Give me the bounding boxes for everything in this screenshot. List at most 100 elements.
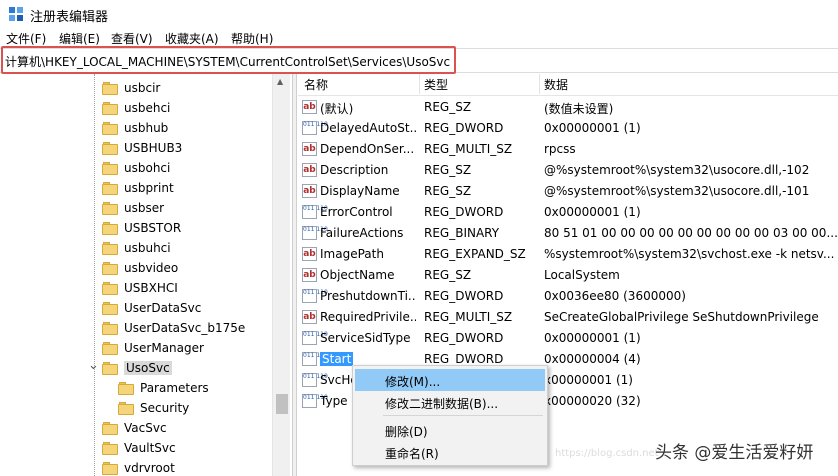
tree-item-label: Parameters — [140, 381, 209, 395]
tree-item[interactable]: UserManager — [102, 338, 204, 358]
value-row[interactable]: ab RequiredPrivile... REG_MULTI_SZ SeCreate… — [298, 307, 838, 328]
scroll-up-icon[interactable]: ▲ — [277, 77, 283, 86]
tree-item[interactable]: usbohci — [102, 158, 170, 178]
tree-item[interactable]: UserDataSvc — [102, 298, 201, 318]
value-data: SeCreateGlobalPrivilege SeShutdownPrivil… — [544, 310, 819, 324]
value-name-text: ObjectName — [320, 268, 395, 282]
value-type: REG_SZ — [424, 163, 472, 177]
string-value-icon: ab — [302, 100, 317, 114]
value-data: 0x00000001 (1) — [544, 205, 641, 219]
tree-guide-line — [94, 74, 95, 476]
column-header-name[interactable]: 名称 — [304, 74, 420, 94]
tree-item[interactable]: usbvideo — [102, 258, 178, 278]
value-name-text: ImagePath — [320, 247, 384, 261]
value-name-text: ServiceSidType — [320, 331, 411, 345]
value-type: REG_SZ — [424, 268, 472, 282]
tree-item[interactable]: UserDataSvc_b175e — [102, 318, 245, 338]
tree-item[interactable]: USBSTOR — [102, 218, 181, 238]
context-item-delete[interactable]: 删除(D) — [355, 419, 545, 441]
tree-item-label: usbhub — [124, 121, 169, 135]
list-header: 名称 类型 数据 — [298, 74, 838, 96]
value-data: @%systemroot%\system32\usocore.dll,-102 — [544, 163, 810, 177]
column-header-data[interactable]: 数据 — [544, 74, 838, 94]
menu-file[interactable]: 文件(F) — [6, 30, 46, 47]
tree-item[interactable]: usbprint — [102, 178, 174, 198]
value-data: rpcss — [544, 142, 576, 156]
value-row[interactable]: ab DisplayName REG_SZ @%systemroot%\system3… — [298, 181, 838, 202]
value-name-text: FailureActions — [320, 226, 404, 240]
value-row[interactable]: ab Description REG_SZ @%systemroot%\system3… — [298, 160, 838, 181]
value-data: 0x00000001 (1) — [544, 331, 641, 345]
tree-scrollbar[interactable]: ▲ — [272, 74, 290, 476]
tree-item[interactable]: vdrvroot — [102, 458, 175, 476]
scroll-thumb[interactable] — [276, 394, 288, 414]
value-row[interactable]: ab ImagePath REG_EXPAND_SZ %systemroot%\sys… — [298, 244, 838, 265]
tree-item-label: USBHUB3 — [124, 141, 183, 155]
value-data: x00000001 (1) — [544, 373, 633, 387]
menu-view[interactable]: 查看(V) — [111, 30, 153, 47]
string-value-icon: ab — [302, 163, 317, 177]
window-title: 注册表编辑器 — [30, 10, 109, 25]
value-row[interactable]: 011 110 ServiceSidType REG_DWORD 0x00000001… — [298, 328, 838, 349]
tree-item[interactable]: usbser — [102, 198, 164, 218]
context-item-modify[interactable]: 修改(M)... — [355, 369, 545, 391]
value-name: ServiceSidType — [320, 331, 416, 345]
binary-value-icon: 011 110 — [302, 352, 328, 366]
tree-item[interactable]: usbehci — [102, 98, 170, 118]
value-type: REG_DWORD — [424, 289, 504, 303]
menu-favorites[interactable]: 收藏夹(A) — [165, 30, 219, 47]
tree-item[interactable]: Security — [118, 398, 189, 418]
value-name-text: Type — [320, 394, 348, 408]
tree-item-label: VacSvc — [124, 421, 167, 435]
value-name-text: Description — [320, 163, 389, 177]
folder-icon — [102, 121, 118, 135]
folder-icon — [102, 421, 118, 435]
value-row[interactable]: ab DependOnSer... REG_MULTI_SZ rpcss — [298, 139, 838, 160]
tree-item-label: UserManager — [124, 341, 204, 355]
tree-item[interactable]: usbcir — [102, 78, 160, 98]
tree-item[interactable]: usbhub — [102, 118, 168, 138]
value-name: ObjectName — [320, 268, 416, 282]
tree-item[interactable]: VacSvc — [102, 418, 167, 438]
value-name: DelayedAutoSt... — [320, 121, 416, 135]
value-type: REG_MULTI_SZ — [424, 142, 513, 156]
value-row[interactable]: 011 110 DelayedAutoSt... REG_DWORD 0x000000… — [298, 118, 838, 139]
tree-item-label: usbser — [124, 201, 165, 215]
string-value-icon: ab — [302, 247, 317, 261]
tree-item-label: UserDataSvc_b175e — [124, 321, 246, 335]
value-name: DependOnSer... — [320, 142, 416, 156]
folder-icon — [102, 161, 118, 175]
column-header-type[interactable]: 类型 — [424, 74, 540, 94]
string-value-icon: ab — [302, 142, 317, 156]
tree-item[interactable]: USBXHCI — [102, 278, 178, 298]
tree-item[interactable]: USBHUB3 — [102, 138, 182, 158]
tree-item[interactable]: ⌄ UsoSvc — [88, 358, 172, 378]
folder-icon — [102, 81, 118, 95]
value-row[interactable]: ab ObjectName REG_SZ LocalSystem — [298, 265, 838, 286]
value-row[interactable]: 011 110 PreshutdownTi... REG_DWORD 0x0036ee… — [298, 286, 838, 307]
value-data: %systemroot%\system32\svchost.exe -k net… — [544, 247, 835, 261]
folder-icon — [102, 221, 118, 235]
value-name-text: (默认) — [320, 102, 354, 116]
value-row[interactable]: 011 110 FailureActions REG_BINARY 80 51 01 … — [298, 223, 838, 244]
value-data: 80 51 01 00 00 00 00 00 00 00 00 00 03 0… — [544, 226, 838, 240]
tree-item-label: UsoSvc — [124, 361, 172, 375]
tree-item[interactable]: Parameters — [118, 378, 209, 398]
binary-value-icon: 011 110 — [302, 394, 328, 408]
menu-help[interactable]: 帮助(H) — [231, 30, 273, 47]
value-row[interactable]: 011 110 ErrorControl REG_DWORD 0x00000001 (… — [298, 202, 838, 223]
tree-item[interactable]: usbuhci — [102, 238, 171, 258]
context-item-rename[interactable]: 重命名(R) — [355, 441, 545, 463]
value-name: Description — [320, 163, 416, 177]
folder-icon — [102, 201, 118, 215]
tree-item[interactable]: VaultSvc — [102, 438, 176, 458]
chevron-down-icon[interactable]: ⌄ — [88, 358, 99, 373]
tree-item-label: VaultSvc — [124, 441, 176, 455]
context-item-modify-binary[interactable]: 修改二进制数据(B)... — [355, 391, 545, 413]
value-row[interactable]: ab (默认) REG_SZ (数值未设置) — [298, 97, 838, 118]
address-highlight-box — [1, 46, 456, 74]
value-type: REG_EXPAND_SZ — [424, 247, 526, 261]
pane-splitter[interactable] — [292, 74, 297, 476]
menu-edit[interactable]: 编辑(E) — [59, 30, 100, 47]
value-data: 0x00000001 (1) — [544, 121, 641, 135]
